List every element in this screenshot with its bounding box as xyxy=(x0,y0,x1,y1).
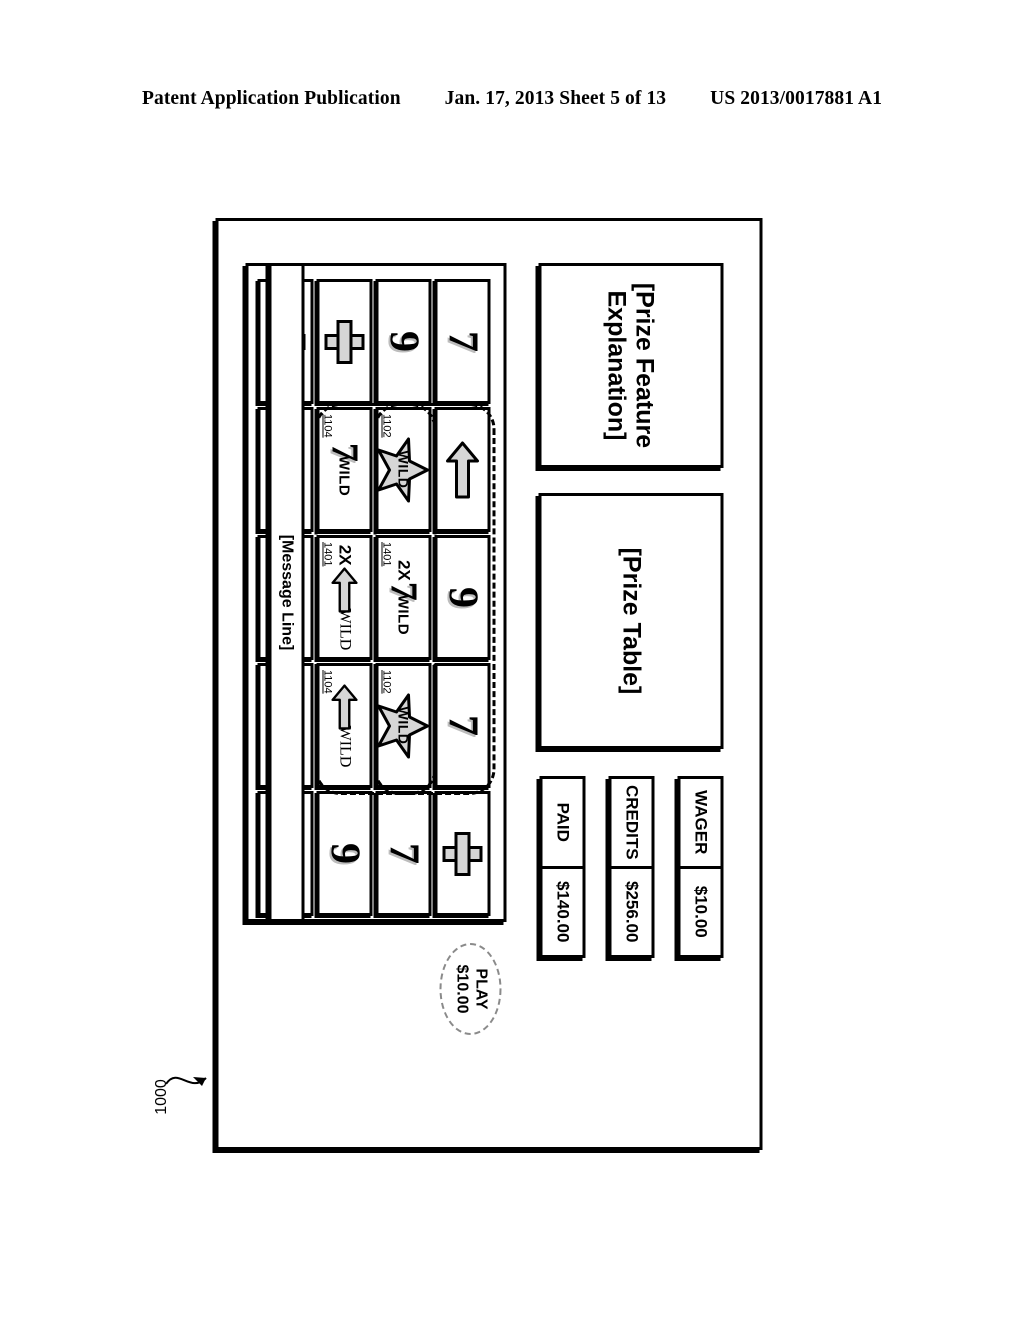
symbol-multiplier-label: 2X xyxy=(335,544,354,566)
symbol-wild-label: WILD xyxy=(335,455,353,497)
reel-cell[interactable]: 2X WILD 1401 xyxy=(316,535,372,660)
meter-credits-label: CREDITS xyxy=(611,779,651,869)
meter-wager: WAGER $10.00 xyxy=(677,776,723,958)
reel-cell[interactable] xyxy=(316,279,372,404)
prize-feature-line-2: Explanation] xyxy=(602,290,631,441)
reel-cell[interactable]: WILD 1102 xyxy=(375,407,431,532)
prize-feature-explanation-panel[interactable]: [Prize Feature Explanation] xyxy=(538,263,723,468)
message-line-text: [Message Line] xyxy=(278,534,295,651)
play-button-label: PLAY xyxy=(471,968,489,1010)
symbol-wild-seven-icon: 2X 7 WILD xyxy=(381,557,425,639)
publication-label: Patent Application Publication xyxy=(141,88,401,109)
symbol-number: 9 xyxy=(439,587,485,608)
reel-cell[interactable]: 9 xyxy=(375,279,431,404)
meter-paid-value: $140.00 xyxy=(553,881,572,943)
reel-cell[interactable]: 7 xyxy=(434,663,490,788)
symbol-wild-seven-icon: 7 WILD xyxy=(322,429,366,511)
reference-1000-label: 1000 xyxy=(152,1079,170,1115)
reel-cell-reference-number: 1401 xyxy=(380,542,392,567)
symbol-number: 7 xyxy=(439,715,485,736)
symbol-wild-star-icon: WILD xyxy=(377,689,429,763)
reel-cell[interactable] xyxy=(434,407,490,532)
symbol-number: 7 xyxy=(380,843,426,864)
symbol-number: 9 xyxy=(380,331,426,352)
prize-feature-line-1: [Prize Feature xyxy=(630,282,659,449)
prize-table-panel[interactable]: [Prize Table] xyxy=(538,493,723,749)
meter-wager-value: $10.00 xyxy=(691,885,710,938)
meter-paid: PAID $140.00 xyxy=(539,776,585,958)
reel-cell-reference-number: 1102 xyxy=(380,670,392,694)
meter-wager-label: WAGER xyxy=(680,779,720,869)
symbol-wild-star-icon: WILD xyxy=(377,433,429,507)
symbol-wild-label: WILD xyxy=(336,608,353,651)
reel-cell[interactable]: 7 WILD 1104 xyxy=(316,407,372,532)
reel-cell-reference-number: 1104 xyxy=(321,670,333,694)
play-button[interactable]: PLAY $10.00 xyxy=(439,943,501,1035)
symbol-arrow-glyph xyxy=(328,566,360,613)
reel-cell[interactable]: 7 xyxy=(375,791,431,916)
symbol-number: 7 xyxy=(439,331,485,352)
prize-table-label: [Prize Table] xyxy=(617,547,645,695)
reel-cell[interactable]: 9 xyxy=(434,535,490,660)
reel-cell-reference-number: 1102 xyxy=(380,414,392,438)
reel-cell[interactable]: 7 xyxy=(434,279,490,404)
symbol-wild-label: WILD xyxy=(395,450,411,489)
reel-cell-reference-number: 1104 xyxy=(321,414,333,438)
meter-credits: CREDITS $256.00 xyxy=(608,776,654,958)
symbol-wild-label: WILD xyxy=(394,594,412,636)
symbol-wild-arrow-icon: WILD xyxy=(322,683,366,769)
reel-cell[interactable] xyxy=(434,791,490,916)
page-header: Patent Application Publication Jan. 17, … xyxy=(0,88,1024,110)
symbol-arrow-icon xyxy=(445,441,479,499)
symbol-number: 9 xyxy=(321,843,367,864)
symbol-wild-arrow-icon: 2X WILD xyxy=(322,545,366,650)
meter-credits-value: $256.00 xyxy=(622,881,641,943)
symbol-wild-label: WILD xyxy=(395,706,411,745)
play-button-amount: $10.00 xyxy=(453,964,470,1014)
reel-cell[interactable]: WILD 1102 xyxy=(375,663,431,788)
reel-cell[interactable]: 9 xyxy=(316,791,372,916)
symbol-multiplier-label: 2X xyxy=(394,559,413,581)
symbol-wild-label: WILD xyxy=(336,725,353,768)
document-number-label: US 2013/0017881 A1 xyxy=(710,88,883,109)
symbol-cross-icon xyxy=(324,320,364,364)
figure-stage: [Prize Feature Explanation] [Prize Table… xyxy=(215,218,762,1150)
reel-cell-reference-number: 1401 xyxy=(321,542,333,567)
reel-cell[interactable]: WILD 1104 xyxy=(316,663,372,788)
date-sheet-label: Jan. 17, 2013 Sheet 5 of 13 xyxy=(444,88,667,109)
meter-paid-label: PAID xyxy=(542,779,582,869)
message-line: [Message Line] xyxy=(268,263,304,922)
reel-cell[interactable]: 2X 7 WILD 1401 xyxy=(375,535,431,660)
gaming-machine-cabinet: [Prize Feature Explanation] [Prize Table… xyxy=(215,218,762,1150)
symbol-cross-icon xyxy=(442,832,482,876)
